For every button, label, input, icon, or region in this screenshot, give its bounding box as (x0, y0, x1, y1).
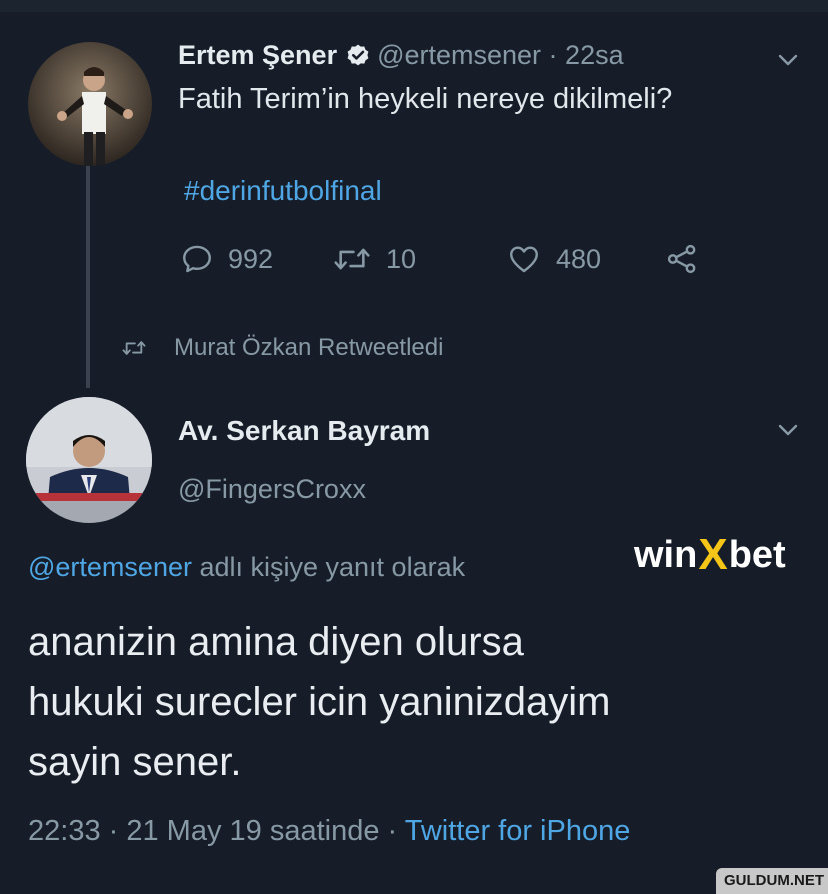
watermark-part-x: X (698, 530, 728, 579)
retweet-arrows-icon (334, 248, 370, 270)
avatar-serkan-bayram[interactable] (26, 397, 152, 523)
client-link[interactable]: Twitter for iPhone (405, 815, 631, 847)
tweet-header: Ertem Şener @ertemsener · 22sa (178, 40, 624, 71)
reply-author-handle[interactable]: @FingersCroxx (178, 474, 366, 505)
comment-bubble-icon (183, 245, 211, 273)
reply-text-line: sayin sener. (28, 740, 242, 784)
reply-text-line: hukuki surecler icin yaninizdayim (28, 680, 611, 724)
chevron-down-icon[interactable] (776, 422, 800, 438)
watermark-part-bet: bet (728, 533, 786, 576)
tweet-time[interactable]: 22sa (565, 40, 624, 71)
reply-mention-link[interactable]: @ertemsener (28, 552, 192, 582)
replying-to: @ertemsener adlı kişiye yanıt olarak (28, 552, 465, 583)
like-count: 480 (556, 243, 602, 274)
top-divider (0, 0, 828, 12)
tweet-timestamp[interactable]: 22:33 · 21 May 19 saatinde · (28, 815, 405, 847)
reply-button[interactable]: 992 (180, 242, 273, 276)
share-button[interactable] (664, 242, 714, 276)
reply-tweet-text: ananizin amina diyen olursa hukuki surec… (28, 612, 808, 792)
avatar-ertem-sener[interactable] (28, 42, 152, 166)
hashtag-link[interactable]: #derinfutbolfinal (184, 175, 382, 207)
winxbet-watermark-logo: win Xbet (634, 530, 786, 580)
retweet-count: 10 (386, 243, 417, 274)
tweet-actions: 992 10 480 (180, 242, 720, 278)
thread-connector-line (86, 166, 90, 388)
tweet-text: Fatih Terim’in heykeli nereye dikilmeli? (178, 83, 673, 115)
replying-to-suffix: adlı kişiye yanıt olarak (191, 552, 466, 582)
chevron-down-icon[interactable] (776, 52, 800, 68)
verified-badge-icon (345, 43, 371, 69)
watermark-part-win: win (634, 533, 698, 576)
like-button[interactable]: 480 (506, 242, 601, 276)
heart-icon (510, 246, 538, 273)
reply-author-display-name[interactable]: Av. Serkan Bayram (178, 415, 430, 447)
share-icon (667, 244, 696, 274)
tweet-metadata: 22:33 · 21 May 19 saatinde · Twitter for… (28, 815, 630, 848)
reply-text-line: ananizin amina diyen olursa (28, 620, 524, 664)
retweeted-by-note: Murat Özkan Retweetledi (120, 334, 443, 362)
site-watermark-badge: GULDUM.NET (716, 868, 828, 894)
retweet-button[interactable]: 10 (332, 242, 416, 276)
retweeted-by-text[interactable]: Murat Özkan Retweetledi (174, 334, 443, 362)
retweet-arrows-icon (122, 341, 146, 355)
author-display-name[interactable]: Ertem Şener (178, 40, 337, 71)
author-handle[interactable]: @ertemsener (377, 40, 541, 71)
time-separator: · (541, 40, 566, 70)
reply-count: 992 (228, 243, 274, 274)
